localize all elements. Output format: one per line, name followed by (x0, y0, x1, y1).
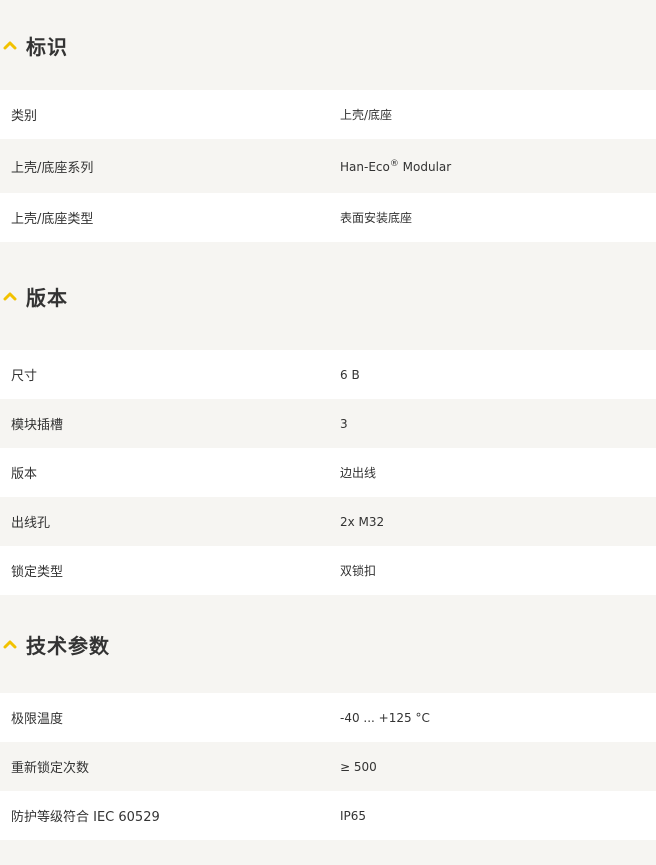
spec-label: 重新锁定次数 (11, 761, 90, 776)
chevron-up-icon (2, 636, 18, 652)
table-row: 锁定类型 双锁扣 (0, 546, 656, 595)
table-row: 上壳/底座系列 Han-Eco® Modular (0, 139, 656, 193)
spec-table: 尺寸 6 B 模块插槽 3 版本 边出线 出线孔 2x M32 锁定类型 双锁扣 (0, 350, 656, 595)
spec-label: 类别 (11, 109, 38, 124)
spec-value: ≥ 500 (340, 759, 377, 774)
registered-mark: ® (389, 158, 399, 169)
spec-value: Han-Eco® Modular (328, 159, 451, 174)
table-row: 模块插槽 3 (0, 399, 656, 448)
spec-value: 6 B (340, 367, 360, 382)
spec-value: 边出线 (340, 466, 377, 480)
spec-label: 模块插槽 (11, 418, 64, 433)
section-title: 标识 (26, 34, 68, 59)
table-row: 类别 上壳/底座 (0, 90, 656, 139)
section-identification: 标识 类别 上壳/底座 上壳/底座系列 Han-Eco® Modular 上壳/… (0, 0, 656, 242)
table-row: 出线孔 2x M32 (0, 497, 656, 546)
spec-label: 极限温度 (11, 712, 64, 727)
table-row: 版本 边出线 (0, 448, 656, 497)
chevron-up-icon (2, 37, 18, 53)
spec-value: 上壳/底座 (340, 108, 393, 122)
spec-value: 2x M32 (340, 514, 385, 529)
spec-value-suffix: Modular (398, 159, 452, 174)
table-row: 防护等级符合 IEC 60529 IP65 (0, 791, 656, 840)
section-technical-data: 技术参数 极限温度 -40 ... +125 °C 重新锁定次数 ≥ 500 防… (0, 595, 656, 840)
spec-label: 出线孔 (11, 516, 51, 531)
chevron-up-icon (2, 288, 18, 304)
section-title: 技术参数 (26, 633, 110, 658)
section-title: 版本 (26, 285, 68, 310)
spec-value: IP65 (340, 808, 367, 823)
spec-value-text: Han-Eco (340, 159, 390, 174)
spec-value: 双锁扣 (340, 564, 377, 578)
spec-label: 版本 (11, 467, 38, 482)
table-row: 尺寸 6 B (0, 350, 656, 399)
section-version: 版本 尺寸 6 B 模块插槽 3 版本 边出线 出线孔 2x M32 锁定类型 … (0, 242, 656, 595)
spec-table: 类别 上壳/底座 上壳/底座系列 Han-Eco® Modular 上壳/底座类… (0, 90, 656, 242)
spec-label: 上壳/底座系列 (11, 160, 94, 176)
spec-value: 3 (340, 416, 348, 431)
spec-label: 锁定类型 (11, 565, 64, 580)
section-header-version[interactable]: 版本 (0, 242, 656, 350)
spec-label: 尺寸 (11, 369, 38, 384)
spec-value: -40 ... +125 °C (340, 710, 430, 725)
table-row: 上壳/底座类型 表面安装底座 (0, 193, 656, 242)
table-row: 极限温度 -40 ... +125 °C (0, 693, 656, 742)
spec-table: 极限温度 -40 ... +125 °C 重新锁定次数 ≥ 500 防护等级符合… (0, 693, 656, 840)
section-header-technical-data[interactable]: 技术参数 (0, 595, 656, 693)
spec-label: 上壳/底座类型 (11, 212, 94, 227)
section-header-identification[interactable]: 标识 (0, 0, 656, 90)
spec-value: 表面安装底座 (340, 211, 413, 225)
table-row: 重新锁定次数 ≥ 500 (0, 742, 656, 791)
spec-label: 防护等级符合 IEC 60529 (11, 810, 160, 825)
